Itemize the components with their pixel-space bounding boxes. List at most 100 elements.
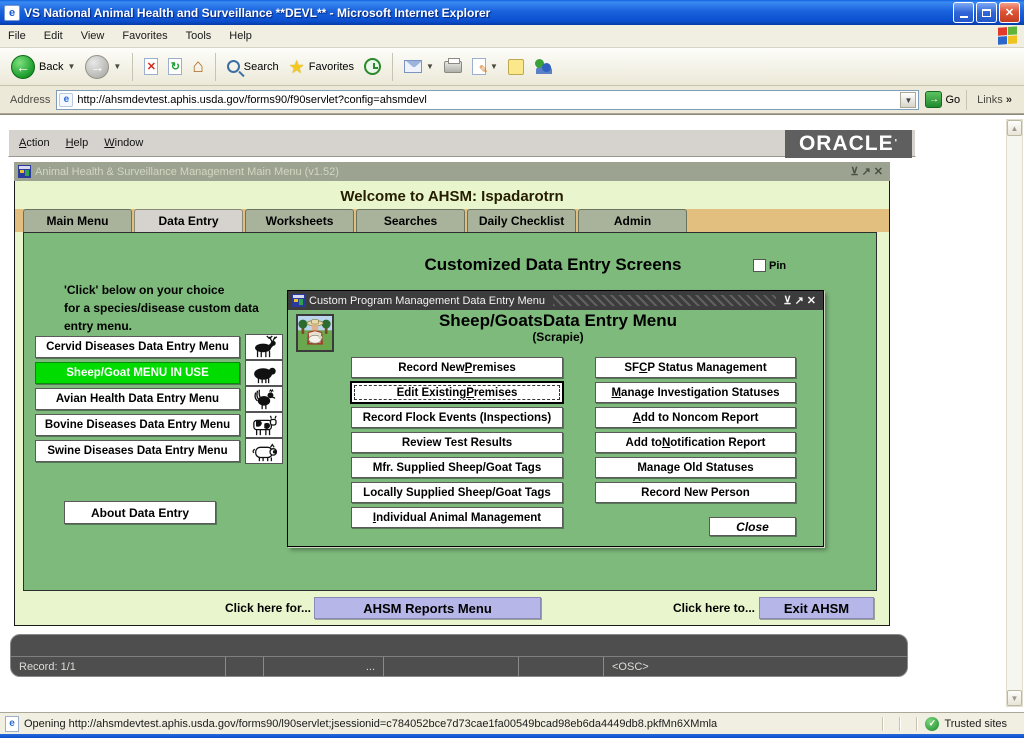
locally-supplied-sheep-goat-tags-button[interactable]: Locally Supplied Sheep/Goat Tags (351, 482, 563, 503)
species-button-sheep-goat-menu-in-use[interactable]: Sheep/Goat MENU IN USE (35, 362, 240, 384)
messenger-button[interactable] (529, 55, 559, 78)
record-new-person-button[interactable]: Record New Person (595, 482, 796, 503)
mail-button[interactable]: ▼ (399, 57, 439, 76)
species-button-bovine-diseases-data-entry-menu[interactable]: Bovine Diseases Data Entry Menu (35, 414, 240, 436)
address-dropdown-icon[interactable]: ▼ (900, 92, 916, 108)
status-segment (519, 657, 604, 677)
record-new-premises-button[interactable]: Record New Premises (351, 357, 563, 378)
discuss-button[interactable] (503, 56, 529, 78)
forward-button[interactable]: → ▼ (80, 52, 126, 82)
edit-dropdown-icon[interactable]: ▼ (490, 62, 498, 71)
tab-data-entry[interactable]: Data Entry (134, 209, 243, 232)
forward-dropdown-icon[interactable]: ▼ (113, 62, 121, 71)
applet-menu-window[interactable]: Window (104, 137, 143, 149)
mdi-restore-icon[interactable]: ↗ (862, 166, 874, 178)
back-button[interactable]: ← Back ▼ (6, 52, 80, 82)
tab-searches[interactable]: Searches (356, 209, 465, 232)
browser-addressbar: Address e http://ahsmdevtest.aphis.usda.… (0, 86, 1024, 114)
favorites-button[interactable]: ★ Favorites (284, 56, 359, 78)
minimize-button[interactable] (953, 2, 974, 23)
ahsm-reports-menu-button[interactable]: AHSM Reports Menu (314, 597, 541, 619)
security-zone: ✓ Trusted sites (925, 717, 1021, 731)
menu-view[interactable]: View (81, 30, 105, 42)
back-dropdown-icon[interactable]: ▼ (67, 62, 75, 71)
go-icon: → (925, 91, 942, 108)
mdi-window-title: Animal Health & Surveillance Management … (35, 166, 851, 178)
oracle-status-bar: Record: 1/1 ... <OSC> (10, 634, 908, 677)
search-button[interactable]: Search (222, 57, 284, 76)
applet-menubar: ActionHelpWindow ORACLE' (8, 129, 916, 157)
individual-animal-management-button[interactable]: Individual Animal Management (351, 507, 563, 528)
restore-button[interactable] (976, 2, 997, 23)
messenger-icon (534, 58, 554, 75)
exit-hint-label: Click here to... (642, 601, 755, 615)
dialog-minimize-icon[interactable]: ⊻ (784, 295, 795, 307)
close-dialog-button[interactable]: Close (709, 517, 796, 536)
review-test-results-button[interactable]: Review Test Results (351, 432, 563, 453)
favorites-label: Favorites (309, 61, 354, 73)
menu-help[interactable]: Help (229, 30, 252, 42)
stop-button[interactable]: ✕ (139, 55, 163, 78)
mail-dropdown-icon[interactable]: ▼ (426, 62, 434, 71)
tab-admin[interactable]: Admin (578, 209, 687, 232)
mdi-close-icon[interactable]: ✕ (874, 166, 886, 178)
sfcp-status-management-button[interactable]: SFCP Status Management (595, 357, 796, 378)
links-bar[interactable]: Links » (966, 90, 1020, 110)
species-button-avian-health-data-entry-menu[interactable]: Avian Health Data Entry Menu (35, 388, 240, 410)
dialog-right-button-column: SFCP Status Management Manage Investigati… (595, 357, 796, 503)
address-label: Address (10, 94, 50, 106)
scroll-down-icon[interactable]: ▼ (1007, 690, 1022, 706)
tab-worksheets[interactable]: Worksheets (245, 209, 354, 232)
status-record-row: Record: 1/1 ... <OSC> (11, 657, 907, 677)
manage-investigation-statuses-button[interactable]: Manage Investigation Statuses (595, 382, 796, 403)
ie-page-icon: e (4, 5, 20, 21)
close-button[interactable]: ✕ (999, 2, 1020, 23)
dialog-titlebar[interactable]: Custom Program Management Data Entry Men… (288, 291, 823, 310)
edit-existing-premises-button[interactable]: Edit Existing Premises (351, 382, 563, 403)
pin-checkbox[interactable] (753, 259, 766, 272)
tab-main-menu[interactable]: Main Menu (23, 209, 132, 232)
go-button[interactable]: → Go (925, 91, 960, 108)
record-indicator: Record: 1/1 (11, 657, 226, 677)
mfr-supplied-sheep-goat-tags-button[interactable]: Mfr. Supplied Sheep/Goat Tags (351, 457, 563, 478)
exit-ahsm-button[interactable]: Exit AHSM (759, 597, 874, 619)
refresh-button[interactable]: ↻ (163, 55, 187, 78)
pig-icon (245, 438, 283, 464)
trusted-sites-icon: ✓ (925, 717, 939, 731)
edit-button[interactable]: ✎▼ (467, 55, 503, 78)
browser-titlebar: e VS National Animal Health and Surveill… (0, 0, 1024, 25)
add-to-notification-report-button[interactable]: Add to Notification Report (595, 432, 796, 453)
search-label: Search (244, 61, 279, 73)
oracle-logo-text: ORACLE (799, 132, 894, 156)
applet-menu-action[interactable]: Action (19, 137, 50, 149)
address-input[interactable]: e http://ahsmdevtest.aphis.usda.gov/form… (56, 90, 919, 110)
manage-old-statuses-button[interactable]: Manage Old Statuses (595, 457, 796, 478)
mdi-minimize-icon[interactable]: ⊻ (851, 166, 862, 178)
add-to-noncom-report-button[interactable]: Add to Noncom Report (595, 407, 796, 428)
species-button-cervid-diseases-data-entry-menu[interactable]: Cervid Diseases Data Entry Menu (35, 336, 240, 358)
status-segment (384, 657, 519, 677)
history-button[interactable] (359, 55, 386, 78)
address-url[interactable]: http://ahsmdevtest.aphis.usda.gov/forms9… (77, 94, 900, 106)
dialog-restore-icon[interactable]: ↗ (795, 295, 807, 307)
dialog-close-icon[interactable]: ✕ (807, 295, 819, 307)
menu-edit[interactable]: Edit (44, 30, 63, 42)
record-flock-events-inspections-button[interactable]: Record Flock Events (Inspections) (351, 407, 563, 428)
sheep-icon (245, 360, 283, 386)
mdi-titlebar[interactable]: Animal Health & Surveillance Management … (14, 162, 890, 181)
menu-file[interactable]: File (8, 30, 26, 42)
window-title: VS National Animal Health and Surveillan… (24, 6, 953, 20)
species-button-swine-diseases-data-entry-menu[interactable]: Swine Diseases Data Entry Menu (35, 440, 240, 462)
home-button[interactable]: ⌂ (187, 55, 208, 79)
windows-logo-icon (998, 26, 1018, 46)
applet-menu-help[interactable]: Help (66, 137, 89, 149)
browser-statusbar: e Opening http://ahsmdevtest.aphis.usda.… (0, 712, 1024, 738)
tab-daily-checklist[interactable]: Daily Checklist (467, 209, 576, 232)
print-button[interactable] (439, 58, 467, 76)
vertical-scrollbar[interactable]: ▲ ▼ (1006, 119, 1023, 707)
menu-favorites[interactable]: Favorites (122, 30, 167, 42)
about-data-entry-button[interactable]: About Data Entry (64, 501, 216, 524)
scroll-up-icon[interactable]: ▲ (1007, 120, 1022, 136)
forward-icon: → (85, 55, 109, 79)
menu-tools[interactable]: Tools (186, 30, 212, 42)
